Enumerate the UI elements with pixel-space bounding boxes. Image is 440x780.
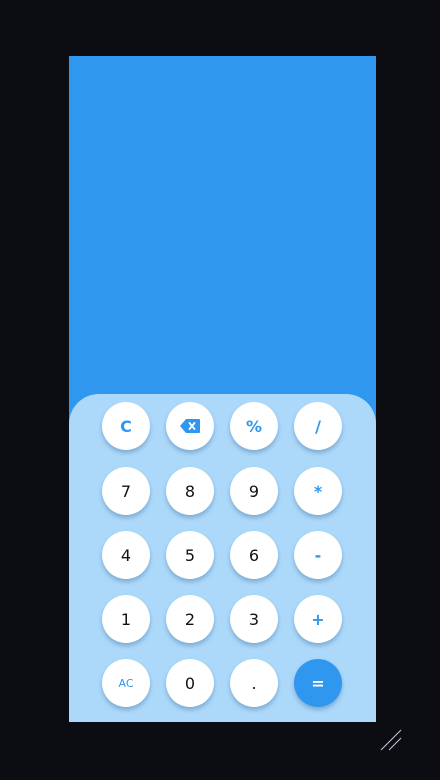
digit-0-button[interactable]: 0	[166, 659, 214, 707]
percent-button[interactable]: %	[230, 402, 278, 450]
resize-grip-icon[interactable]	[379, 728, 403, 752]
calculator-app: C % / 7 8 9 * 4 5 6 - 1 2 3 + AC 0 . =	[69, 56, 376, 722]
multiply-button[interactable]: *	[294, 467, 342, 515]
digit-7-button[interactable]: 7	[102, 467, 150, 515]
equals-button[interactable]: =	[294, 659, 342, 707]
digit-9-button[interactable]: 9	[230, 467, 278, 515]
digit-2-button[interactable]: 2	[166, 595, 214, 643]
all-clear-button[interactable]: AC	[102, 659, 150, 707]
keypad: C % / 7 8 9 * 4 5 6 - 1 2 3 + AC 0 . =	[69, 394, 376, 722]
decimal-button[interactable]: .	[230, 659, 278, 707]
digit-3-button[interactable]: 3	[230, 595, 278, 643]
divide-button[interactable]: /	[294, 402, 342, 450]
clear-button[interactable]: C	[102, 402, 150, 450]
add-button[interactable]: +	[294, 595, 342, 643]
calculator-display	[69, 56, 376, 396]
digit-5-button[interactable]: 5	[166, 531, 214, 579]
digit-8-button[interactable]: 8	[166, 467, 214, 515]
backspace-icon	[180, 419, 200, 433]
backspace-button[interactable]	[166, 402, 214, 450]
digit-1-button[interactable]: 1	[102, 595, 150, 643]
digit-6-button[interactable]: 6	[230, 531, 278, 579]
digit-4-button[interactable]: 4	[102, 531, 150, 579]
subtract-button[interactable]: -	[294, 531, 342, 579]
